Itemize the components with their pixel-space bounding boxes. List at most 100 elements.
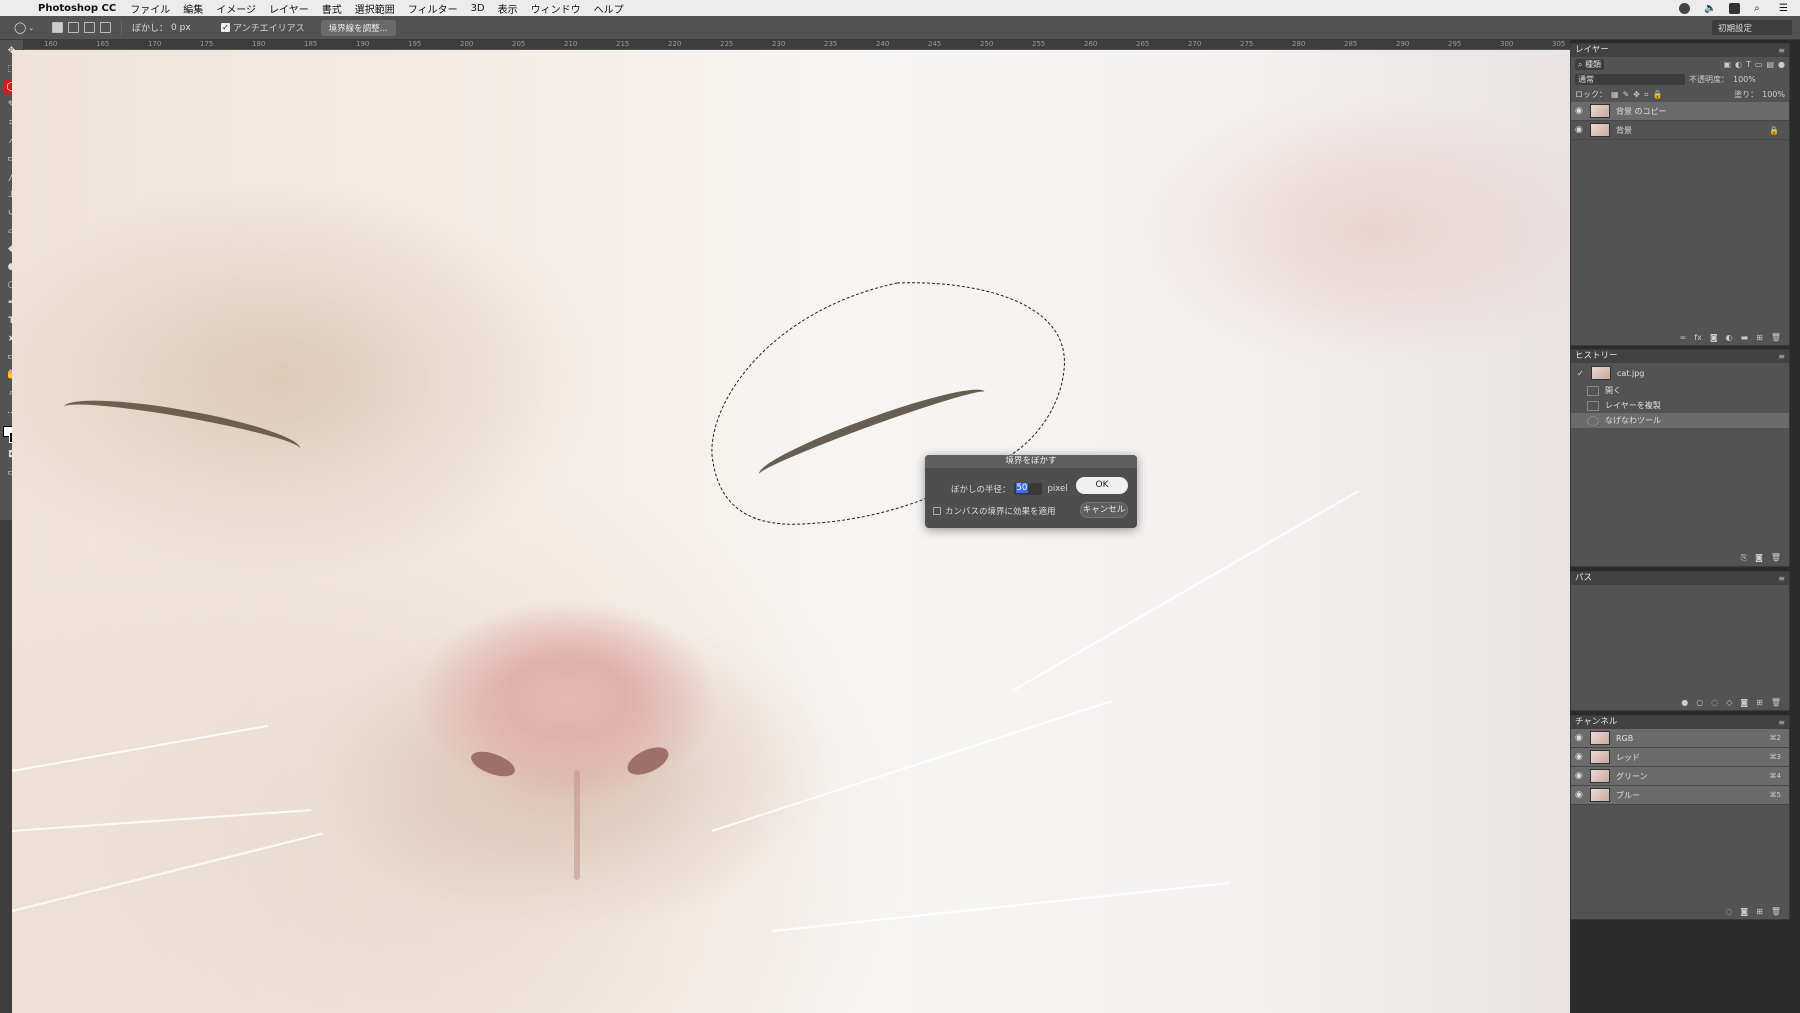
filter-toggle-icon[interactable]: ● <box>1778 60 1785 69</box>
filter-pixel-icon[interactable]: ▣ <box>1723 60 1731 69</box>
document-icon <box>1587 385 1599 396</box>
panel-menu-icon[interactable]: ≡ <box>1778 350 1785 363</box>
channel-row[interactable]: ◉ グリーン ⌘4 <box>1571 767 1789 786</box>
load-channel-selection-icon[interactable]: ◌ <box>1725 907 1732 916</box>
menu-edit[interactable]: 編集 <box>183 1 203 16</box>
menu-filter[interactable]: フィルター <box>408 1 458 16</box>
lock-image-icon[interactable]: ✎ <box>1623 90 1630 99</box>
visibility-eye-icon[interactable]: ◉ <box>1575 733 1585 743</box>
menu-file[interactable]: ファイル <box>130 1 170 16</box>
antialias-checkbox[interactable]: ✓ アンチエイリアス <box>221 21 305 34</box>
feather-input[interactable]: 0 px <box>171 23 211 33</box>
app-menu[interactable]: Photoshop CC <box>38 3 116 14</box>
refine-edge-button[interactable]: 境界線を調整... <box>320 19 396 36</box>
make-work-path-icon[interactable]: ◇ <box>1726 698 1732 707</box>
menu-type[interactable]: 書式 <box>322 1 342 16</box>
intersect-selection-icon[interactable] <box>100 22 111 33</box>
photoshop-icon[interactable] <box>1729 2 1740 14</box>
adjustment-layer-icon[interactable]: ◐ <box>1726 333 1733 342</box>
channel-row[interactable]: ◉ ブルー ⌘5 <box>1571 786 1789 805</box>
trash-icon[interactable]: 🗑 <box>1771 698 1781 707</box>
load-as-selection-icon[interactable]: ◌ <box>1711 698 1718 707</box>
new-document-from-state-icon[interactable]: ⎘ <box>1741 553 1747 563</box>
add-to-selection-icon[interactable] <box>68 22 79 33</box>
channel-row[interactable]: ◉ レッド ⌘3 <box>1571 748 1789 767</box>
panel-menu-icon[interactable]: ≡ <box>1778 716 1785 729</box>
filter-shape-icon[interactable]: ▭ <box>1755 60 1763 69</box>
new-selection-icon[interactable] <box>52 22 63 33</box>
stroke-path-icon[interactable]: ○ <box>1696 698 1703 707</box>
menu-select[interactable]: 選択範囲 <box>355 1 395 16</box>
add-mask-icon[interactable]: ◙ <box>1710 333 1718 342</box>
history-state-name: レイヤーを複製 <box>1605 401 1661 410</box>
trash-icon[interactable]: 🗑 <box>1771 553 1781 563</box>
lock-position-icon[interactable]: ✥ <box>1633 90 1640 99</box>
spotlight-search-icon[interactable]: ⌕ <box>1754 3 1765 14</box>
tool-preset-picker[interactable]: ◯ ⌄ <box>14 20 40 36</box>
canvas-bounds-checkbox[interactable] <box>933 507 941 515</box>
notification-center-icon[interactable]: ☰ <box>1779 3 1790 14</box>
canvas-bounds-option[interactable]: カンバスの境界に効果を適用 <box>933 505 1056 517</box>
lock-icon: 🔒 <box>1769 125 1779 135</box>
link-layers-icon[interactable]: ∞ <box>1680 333 1687 342</box>
visibility-eye-icon[interactable]: ◉ <box>1575 106 1585 116</box>
visibility-eye-icon[interactable]: ◉ <box>1575 771 1585 781</box>
filter-type-icon[interactable]: T <box>1746 60 1751 69</box>
volume-icon[interactable]: 🔈 <box>1704 3 1716 14</box>
new-path-icon[interactable]: ⊞ <box>1756 698 1763 707</box>
history-state[interactable]: 開く <box>1571 383 1789 398</box>
channels-tab[interactable]: チャンネル ≡ <box>1571 716 1789 729</box>
fill-value[interactable]: 100% <box>1762 90 1785 99</box>
layer-row[interactable]: ◉ 背景 のコピー <box>1571 102 1789 121</box>
camera-icon[interactable]: ◙ <box>1755 553 1763 563</box>
ruler-tick: 260 <box>1084 40 1098 48</box>
kind-filter-dropdown[interactable]: ⌕ 種類 <box>1575 59 1605 70</box>
ok-button[interactable]: OK <box>1076 477 1128 494</box>
save-selection-icon[interactable]: ◙ <box>1740 907 1748 916</box>
menu-3d[interactable]: 3D <box>471 3 485 14</box>
layer-row[interactable]: ◉ 背景 🔒 <box>1571 121 1789 140</box>
fx-icon[interactable]: fx <box>1694 333 1702 342</box>
new-group-icon[interactable]: ▬ <box>1741 333 1749 342</box>
visibility-eye-icon[interactable]: ◉ <box>1575 790 1585 800</box>
new-layer-icon[interactable]: ⊞ <box>1756 333 1763 342</box>
radius-input[interactable]: 50 <box>1013 483 1042 495</box>
visibility-eye-icon[interactable]: ◉ <box>1575 752 1585 762</box>
cancel-button[interactable]: キャンセル <box>1080 502 1128 518</box>
filter-adjustment-icon[interactable]: ◐ <box>1735 60 1742 69</box>
panel-menu-icon[interactable]: ≡ <box>1778 572 1785 585</box>
ruler-tick: 195 <box>408 40 422 48</box>
menu-window[interactable]: ウィンドウ <box>531 1 581 16</box>
workspace-preset-dropdown[interactable]: 初期設定 <box>1712 20 1792 35</box>
channel-row[interactable]: ◉ RGB ⌘2 <box>1571 729 1789 748</box>
history-tab[interactable]: ヒストリー ≡ <box>1571 350 1789 363</box>
channel-shortcut: ⌘2 <box>1769 734 1781 742</box>
subtract-from-selection-icon[interactable] <box>84 22 95 33</box>
layers-tab[interactable]: レイヤー ≡ <box>1571 44 1789 57</box>
lock-transparent-icon[interactable]: ▦ <box>1611 90 1619 99</box>
paths-tab[interactable]: パス ≡ <box>1571 572 1789 585</box>
history-state[interactable]: なげなわツール <box>1571 413 1789 428</box>
menu-layer[interactable]: レイヤー <box>269 1 309 16</box>
history-state[interactable]: レイヤーを複製 <box>1571 398 1789 413</box>
panel-menu-icon[interactable]: ≡ <box>1778 44 1785 57</box>
menu-image[interactable]: イメージ <box>216 1 256 16</box>
brush-source-icon[interactable]: ✓ <box>1577 369 1587 378</box>
visibility-eye-icon[interactable]: ◉ <box>1575 125 1585 135</box>
history-snapshot[interactable]: ✓ cat.jpg <box>1571 363 1789 383</box>
add-mask-icon[interactable]: ◙ <box>1740 698 1748 707</box>
menu-help[interactable]: ヘルプ <box>594 1 624 16</box>
opacity-value[interactable]: 100% <box>1733 75 1756 84</box>
lock-artboard-icon[interactable]: ⌗ <box>1644 90 1649 100</box>
creative-cloud-icon[interactable] <box>1679 2 1690 14</box>
filter-smart-object-icon[interactable]: ▤ <box>1766 60 1774 69</box>
new-channel-icon[interactable]: ⊞ <box>1756 907 1763 916</box>
trash-icon[interactable]: 🗑 <box>1771 907 1781 916</box>
blend-mode-dropdown[interactable]: 通常 <box>1575 74 1685 85</box>
vertical-ruler <box>0 520 12 1013</box>
menu-view[interactable]: 表示 <box>498 1 518 16</box>
fill-path-icon[interactable]: ● <box>1681 698 1688 707</box>
lock-all-icon[interactable]: 🔒 <box>1652 90 1662 99</box>
trash-icon[interactable]: 🗑 <box>1771 333 1781 342</box>
document-canvas[interactable] <box>12 50 1570 1013</box>
